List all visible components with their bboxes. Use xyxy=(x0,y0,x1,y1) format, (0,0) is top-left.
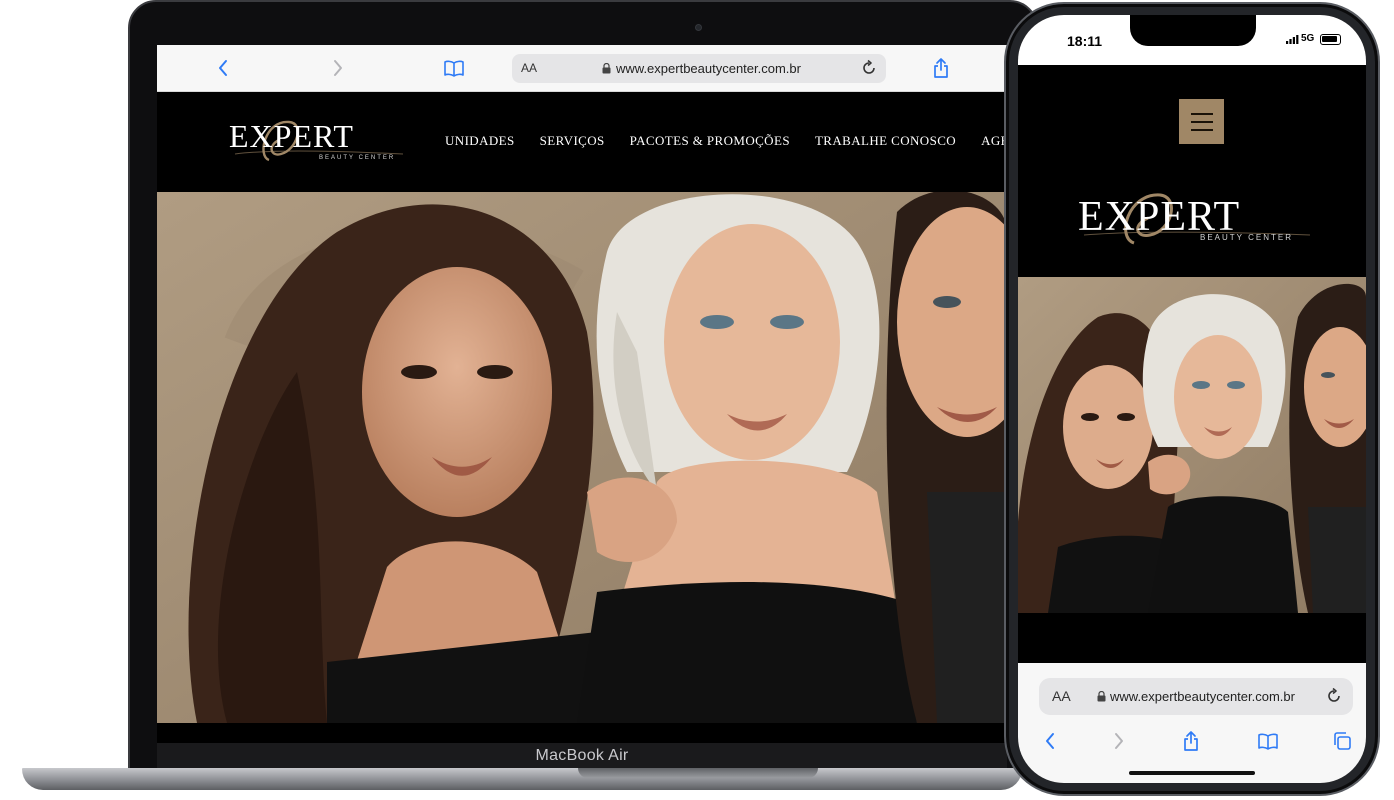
laptop-model-label: MacBook Air xyxy=(535,747,629,764)
hero-image xyxy=(1018,277,1366,613)
book-icon xyxy=(444,60,464,77)
logo-text: EXPERT xyxy=(229,118,354,154)
site-logo[interactable]: EXPERT BEAUTY CENTER xyxy=(227,110,407,170)
reload-icon[interactable] xyxy=(860,59,878,77)
chevron-right-icon xyxy=(1115,733,1123,749)
share-button[interactable] xyxy=(928,55,954,81)
forward-button[interactable] xyxy=(325,55,351,81)
laptop-base-notch xyxy=(578,768,818,778)
back-button[interactable] xyxy=(210,55,236,81)
address-bar[interactable]: AA www.expertbeautycenter.com.br xyxy=(512,54,886,83)
hero-image xyxy=(157,192,1007,723)
bookmarks-button[interactable] xyxy=(441,55,467,81)
text-size-button[interactable]: AA xyxy=(1052,688,1071,704)
nav-item-pacotes[interactable]: PACOTES & PROMOÇÕES xyxy=(630,133,790,149)
home-indicator[interactable] xyxy=(1129,771,1255,775)
laptop-base xyxy=(22,768,1022,790)
chevron-left-icon xyxy=(1046,733,1054,749)
hamburger-menu-button[interactable] xyxy=(1179,99,1224,144)
tabs-button[interactable] xyxy=(1328,727,1356,755)
tabs-icon xyxy=(1334,732,1351,750)
lock-icon xyxy=(602,63,611,74)
status-bar: 18:11 5G xyxy=(1018,15,1366,65)
forward-button[interactable] xyxy=(1105,727,1133,755)
share-button[interactable] xyxy=(1177,727,1205,755)
battery-icon xyxy=(1320,34,1341,45)
site-header: EXPERT BEAUTY CENTER UNIDADES SERVIÇOS P… xyxy=(157,92,1007,192)
phone-notch xyxy=(1130,15,1256,46)
network-label: 5G xyxy=(1301,33,1315,44)
browser-toolbar: AA www.expertbeautycenter.com.br xyxy=(157,45,1007,92)
url-text: www.expertbeautycenter.com.br xyxy=(616,61,801,76)
laptop-screen: AA www.expertbeautycenter.com.br EXPERT … xyxy=(157,45,1007,743)
logo-subtext: BEAUTY CENTER xyxy=(319,155,396,161)
address-bar[interactable]: AA www.expertbeautycenter.com.br xyxy=(1039,678,1353,715)
back-button[interactable] xyxy=(1036,727,1064,755)
book-icon xyxy=(1258,733,1278,750)
main-nav: UNIDADES SERVIÇOS PACOTES & PROMOÇÕES TR… xyxy=(445,133,1007,149)
site-logo[interactable]: EXPERT BEAUTY CENTER xyxy=(1076,185,1316,251)
nav-item-servicos[interactable]: SERVIÇOS xyxy=(540,133,605,149)
phone-screen: 18:11 5G EXPERT BEAUTY CENTER AA www.exp… xyxy=(1018,15,1366,783)
signal-icon xyxy=(1286,35,1299,44)
hamburger-menu-icon xyxy=(1190,112,1213,115)
text-size-button[interactable]: AA xyxy=(521,61,537,75)
reload-icon[interactable] xyxy=(1325,687,1343,705)
share-icon xyxy=(934,58,948,78)
status-time: 18:11 xyxy=(1067,33,1103,49)
nav-item-trabalhe[interactable]: TRABALHE CONOSCO xyxy=(815,133,956,149)
browser-nav-row xyxy=(1018,727,1366,755)
chevron-left-icon xyxy=(219,60,227,76)
share-icon xyxy=(1184,731,1198,751)
nav-item-unidades[interactable]: UNIDADES xyxy=(445,133,515,149)
lock-icon xyxy=(1097,691,1106,702)
url-text: www.expertbeautycenter.com.br xyxy=(1110,689,1295,704)
laptop-camera xyxy=(695,24,702,31)
chevron-right-icon xyxy=(334,60,342,76)
bookmarks-button[interactable] xyxy=(1254,727,1282,755)
logo-subtext: BEAUTY CENTER xyxy=(1200,233,1293,242)
browser-bottom-bar: AA www.expertbeautycenter.com.br xyxy=(1018,663,1366,783)
